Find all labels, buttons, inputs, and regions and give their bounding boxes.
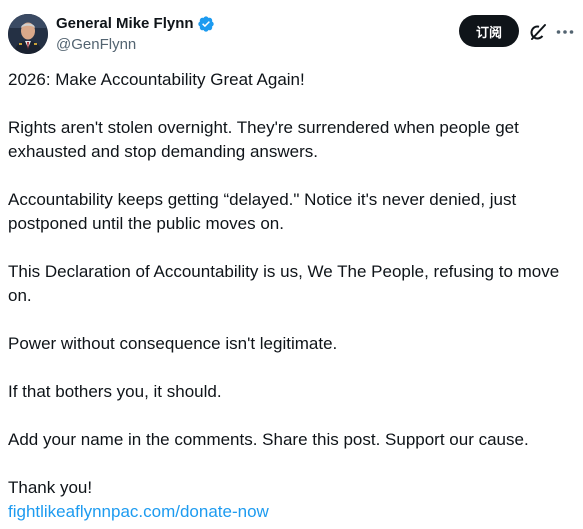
more-horizontal-icon[interactable] (555, 22, 575, 42)
post-paragraph: Accountability keeps getting “delayed." … (8, 190, 517, 233)
post-text: 2026: Make Accountability Great Again! R… (8, 68, 580, 524)
avatar[interactable] (8, 14, 48, 54)
post-header: General Mike Flynn @GenFlynn 订阅 (0, 0, 583, 66)
grok-icon[interactable] (528, 22, 548, 42)
post-paragraph: Rights aren't stolen overnight. They're … (8, 118, 519, 161)
profile-photo (8, 14, 48, 54)
donate-link[interactable]: fightlikeaflynnpac.com/donate-now (8, 500, 580, 524)
verified-badge-icon (197, 15, 215, 33)
author-name-row: General Mike Flynn (56, 14, 215, 34)
author-block: General Mike Flynn @GenFlynn (56, 14, 215, 55)
post-paragraph: 2026: Make Accountability Great Again! (8, 70, 305, 89)
post-paragraph: Thank you! (8, 478, 93, 497)
subscribe-button[interactable]: 订阅 (459, 15, 519, 47)
post-paragraph: Power without consequence isn't legitima… (8, 334, 338, 353)
post-paragraph: Add your name in the comments. Share thi… (8, 430, 529, 449)
author-display-name[interactable]: General Mike Flynn (56, 14, 194, 34)
post-paragraph: This Declaration of Accountability is us… (8, 262, 560, 305)
post-paragraph: If that bothers you, it should. (8, 382, 222, 401)
author-handle[interactable]: @GenFlynn (56, 35, 215, 55)
